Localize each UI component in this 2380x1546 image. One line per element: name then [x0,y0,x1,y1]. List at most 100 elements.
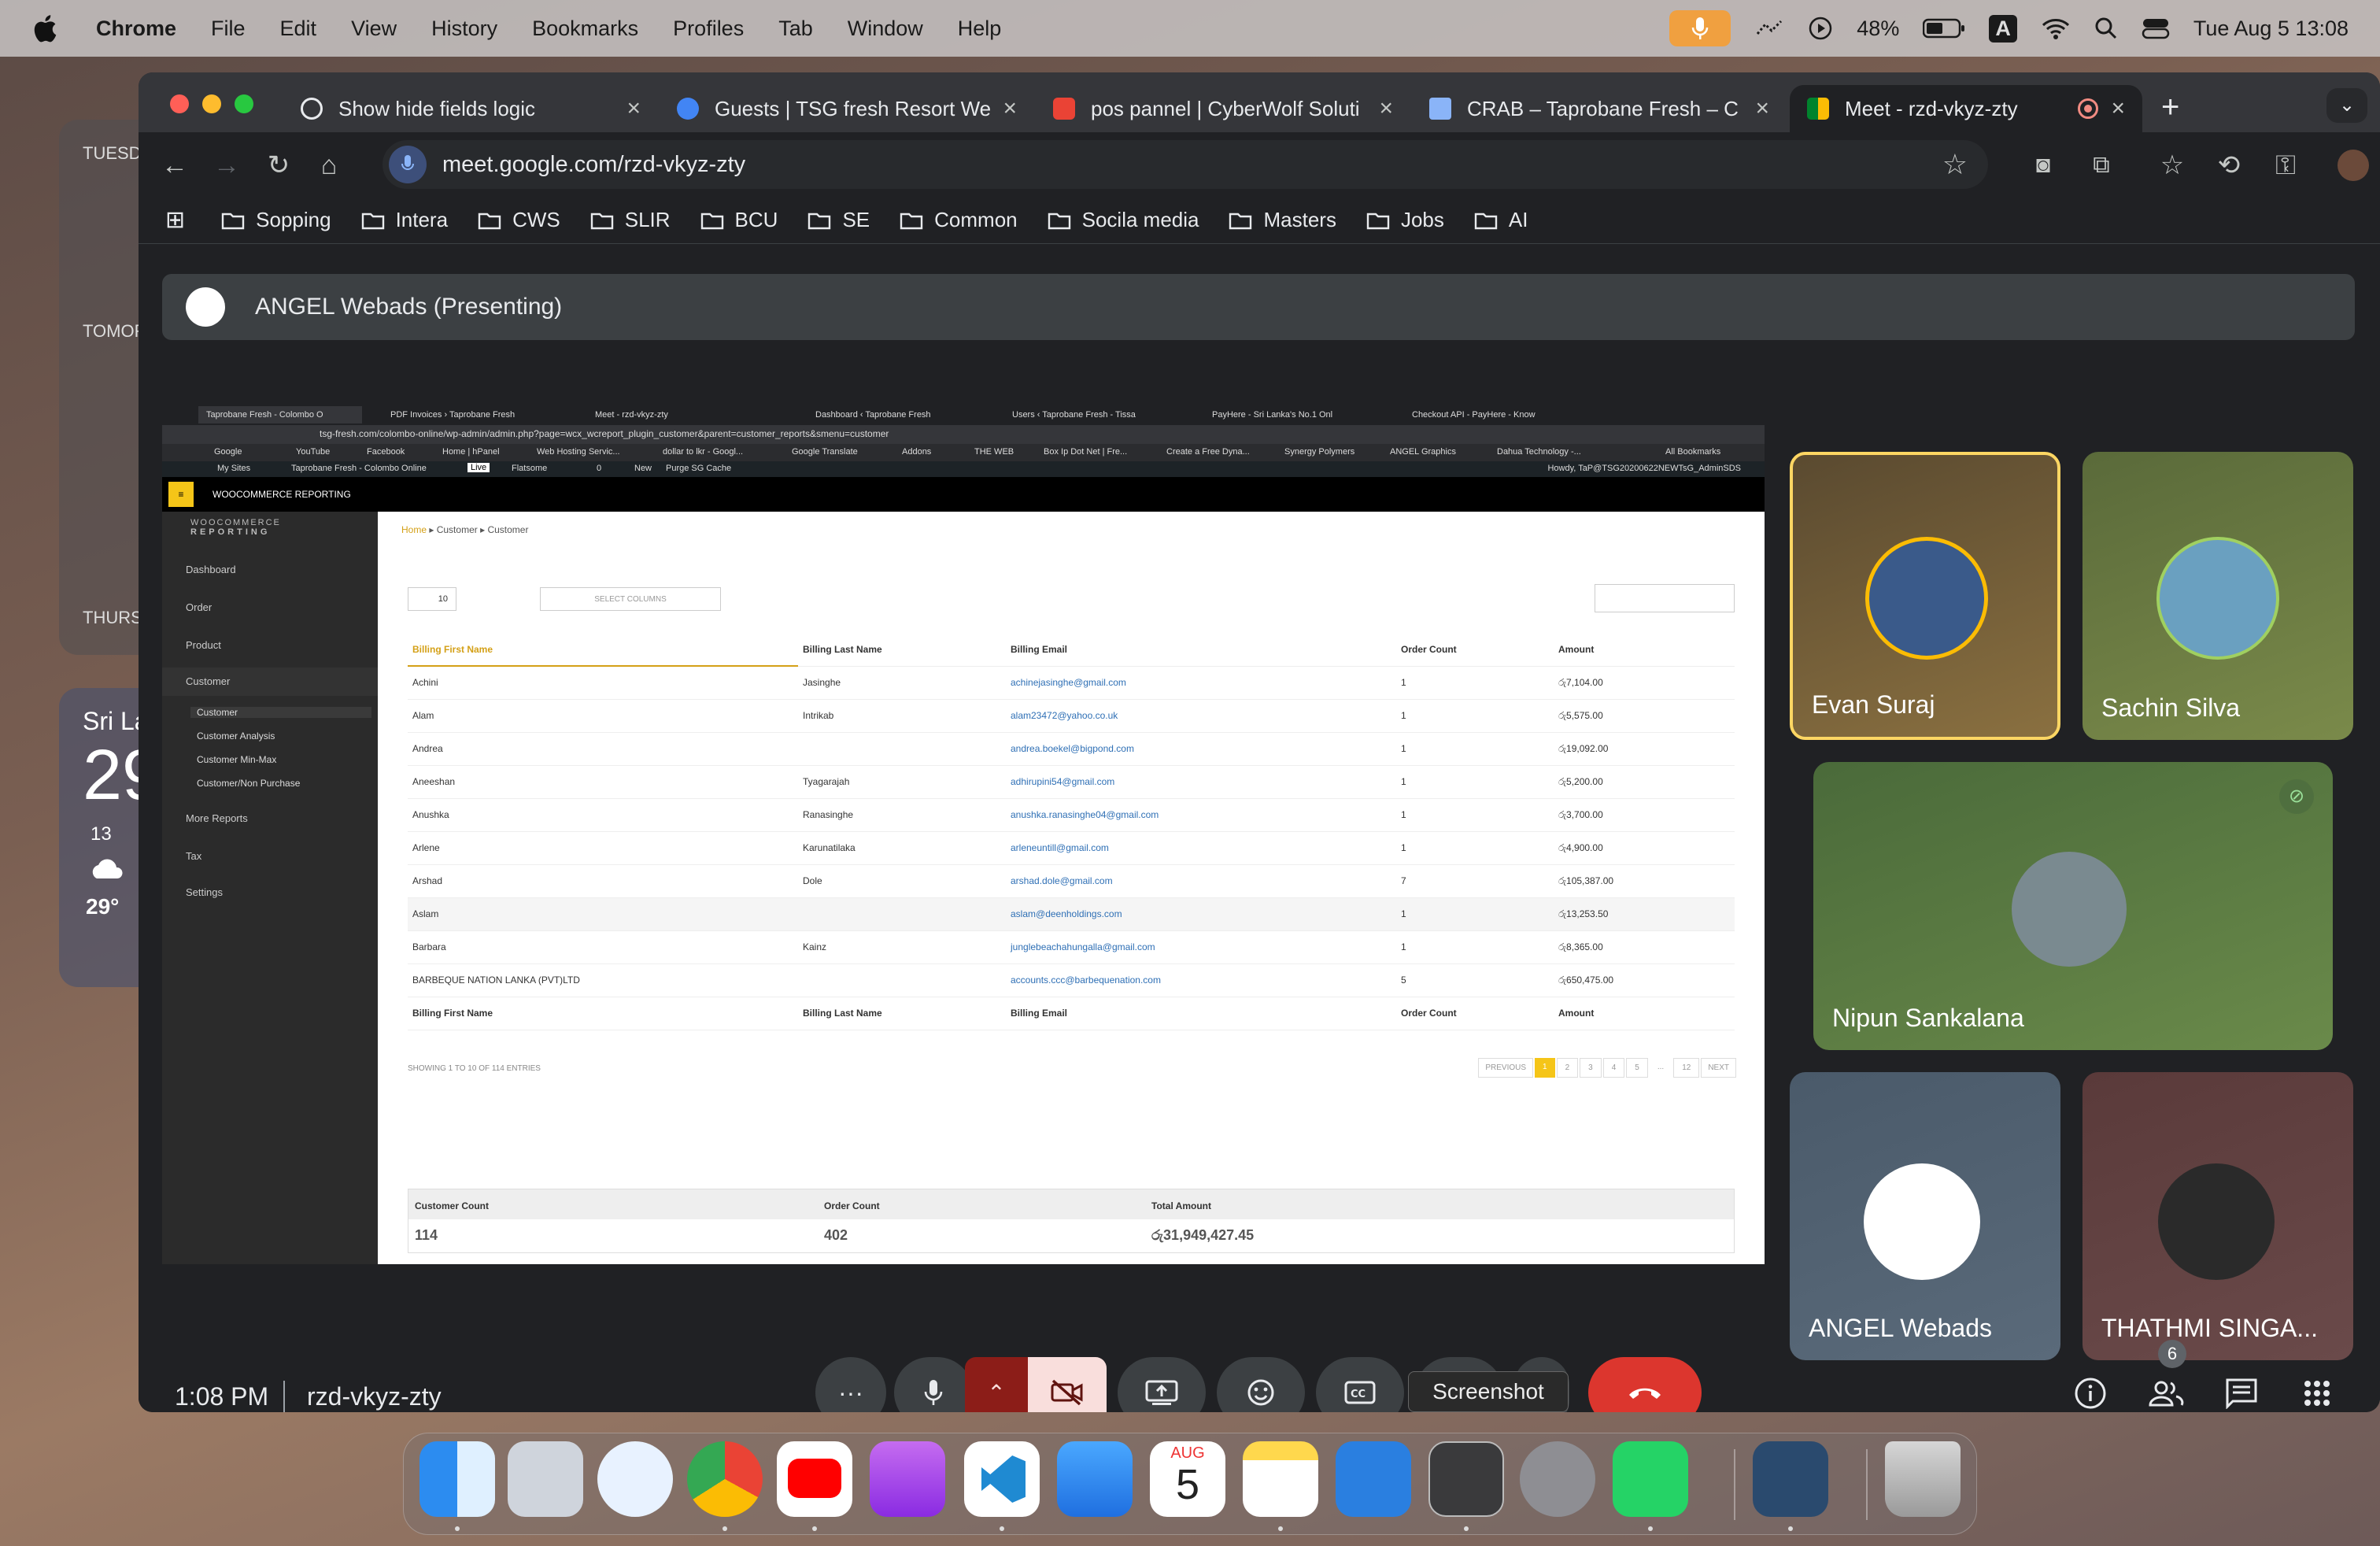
close-window-button[interactable] [170,94,189,113]
new-tab-button[interactable]: + [2161,90,2179,125]
cell: aslam@deenholdings.com [1006,897,1396,931]
control-center-icon[interactable] [2142,17,2170,40]
more-options-button[interactable]: ··· [815,1357,886,1412]
reactions-button[interactable] [1217,1357,1305,1412]
bluetooth-icon[interactable] [1336,1441,1411,1517]
camera-options-button[interactable]: ⌃ [965,1357,1028,1412]
close-tab-icon[interactable]: × [1755,95,1769,122]
zoom-window-button[interactable] [235,94,253,113]
participant-tile[interactable]: ⊘ Nipun Sankalana [1813,762,2333,1050]
reload-icon[interactable]: ↻ [263,150,294,181]
menu-profiles[interactable]: Profiles [673,17,744,41]
menu-tab[interactable]: Tab [778,17,813,41]
youtube-icon[interactable] [777,1441,852,1517]
mic-in-use-indicator[interactable] [1669,10,1731,46]
close-tab-icon[interactable]: × [1379,95,1393,122]
history-icon[interactable]: ⟲ [2213,150,2245,181]
captions-button[interactable]: CC [1316,1357,1404,1412]
launchpad-icon[interactable] [508,1441,583,1517]
bookmark-folder[interactable]: SLIR [590,208,671,232]
tab-search-button[interactable]: ⌄ [2326,88,2367,123]
whatsapp-icon[interactable] [1613,1441,1688,1517]
cell: BARBEQUE NATION LANKA (PVT)LTD [408,963,798,997]
battery-icon[interactable] [1923,17,1965,39]
apps-grid-icon[interactable]: ⊞ [165,206,185,234]
participant-tile[interactable]: ANGEL Webads [1790,1072,2060,1360]
chrome-icon[interactable] [687,1441,763,1517]
forward-icon[interactable]: → [211,150,242,181]
close-tab-icon[interactable]: × [2111,95,2125,122]
profile-avatar[interactable] [2338,150,2369,181]
activities-grid-icon[interactable] [2293,1370,2341,1412]
menu-bookmarks[interactable]: Bookmarks [532,17,638,41]
bookmark-star-icon[interactable]: ☆ [1942,148,1968,181]
wifi-icon[interactable] [2041,17,2071,40]
present-screen-button[interactable] [1118,1357,1206,1412]
close-tab-icon[interactable]: × [626,95,641,122]
shared-screen[interactable]: Taprobane Fresh - Colombo O PDF Invoices… [162,403,1765,1264]
tab-1[interactable]: Guests | TSG fresh Resort We × [660,85,1034,132]
vscode-icon[interactable] [964,1441,1040,1517]
play-icon[interactable] [1808,16,1833,41]
mysql-workbench-icon[interactable] [1753,1441,1828,1517]
close-tab-icon[interactable]: × [1003,95,1017,122]
menu-window[interactable]: Window [848,17,923,41]
tab-meet-active[interactable]: Meet - rzd-vkyz-zty × [1790,85,2142,132]
notes-icon[interactable] [1243,1441,1318,1517]
search-icon[interactable] [2094,17,2118,40]
leave-call-button[interactable] [1588,1357,1702,1412]
home-icon[interactable]: ⌂ [313,150,345,181]
system-settings-icon[interactable] [1520,1441,1595,1517]
bookmark-folder[interactable]: AI [1474,208,1528,232]
podcasts-icon[interactable] [870,1441,945,1517]
mail-icon[interactable] [1057,1441,1133,1517]
bookmark-folder[interactable]: Jobs [1366,208,1444,232]
microphone-button[interactable] [894,1357,973,1412]
address-bar[interactable]: meet.google.com/rzd-vkyz-zty ☆ [382,140,1988,189]
menu-help[interactable]: Help [958,17,1002,41]
trash-icon[interactable] [1885,1441,1961,1517]
microphone-icon[interactable] [389,146,427,183]
menu-edit[interactable]: Edit [280,17,317,41]
bookmark-folder[interactable]: Sopping [221,208,331,232]
bookmark-folder[interactable]: Socila media [1048,208,1199,232]
bookmarks-icon[interactable]: ☆ [2156,150,2188,181]
bookmark-folder[interactable]: Intera [361,208,448,232]
cell: arleneuntill@gmail.com [1006,831,1396,865]
extensions-icon[interactable]: ⧉ [2086,150,2117,181]
menu-app-name[interactable]: Chrome [96,17,176,41]
bookmark-folder[interactable]: BCU [700,208,778,232]
safari-icon[interactable] [597,1441,673,1517]
meeting-details-icon[interactable] [2067,1370,2114,1412]
input-source-indicator[interactable]: A [1989,14,2017,43]
menu-file[interactable]: File [211,17,246,41]
apple-icon[interactable] [30,12,63,45]
camera-off-button[interactable] [1028,1357,1107,1412]
bookmark-label: Sopping [256,208,331,231]
chat-icon[interactable] [2216,1370,2267,1412]
calendar-icon-day: 5 [1175,1461,1200,1508]
finder-icon[interactable] [419,1441,495,1517]
camera-extension-icon[interactable]: ◙ [2027,150,2059,181]
menu-history[interactable]: History [431,17,497,41]
back-icon[interactable]: ← [159,150,190,181]
bookmark-folder[interactable]: Masters [1229,208,1336,232]
stage-manager-icon[interactable] [1754,17,1784,40]
tab-2[interactable]: pos pannel | CyberWolf Soluti × [1036,85,1410,132]
bookmark-folder[interactable]: CWS [478,208,560,232]
url-text[interactable]: meet.google.com/rzd-vkyz-zty [442,152,745,178]
menubar-clock[interactable]: Tue Aug 5 13:08 [2193,17,2349,41]
menu-view[interactable]: View [351,17,397,41]
participant-tile[interactable]: Evan Suraj [1790,452,2060,740]
participant-tile[interactable]: THATHMI SINGA... [2082,1072,2353,1360]
bookmark-folder[interactable]: Common [900,208,1018,232]
participant-tile[interactable]: Sachin Silva [2082,452,2353,740]
calendar-icon[interactable]: AUG 5 [1150,1441,1225,1517]
minimize-window-button[interactable] [202,94,221,113]
bookmark-folder[interactable]: SE [808,208,870,232]
password-key-icon[interactable]: ⚿ [2270,150,2301,181]
people-button[interactable]: 6 [2141,1340,2191,1412]
tab-0[interactable]: Show hide fields logic × [283,85,658,132]
tab-3[interactable]: CRAB – Taprobane Fresh – C × [1412,85,1787,132]
screenshot-app-icon[interactable] [1428,1441,1504,1517]
